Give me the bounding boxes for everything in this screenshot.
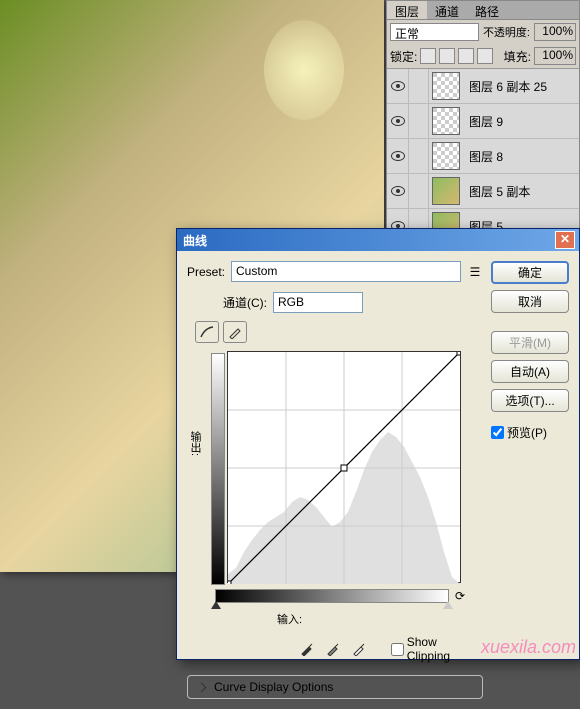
blend-mode-select[interactable]: 正常 [390, 23, 479, 41]
visibility-icon[interactable] [391, 81, 405, 91]
white-point-slider[interactable] [443, 601, 453, 609]
eyedropper-black-icon[interactable] [297, 639, 317, 659]
layers-panel: 图层 通道 路径 正常 不透明度: 100% 锁定: 填充: 100% 图层 6… [386, 0, 580, 245]
layer-row[interactable]: 图层 8 [387, 139, 579, 174]
dialog-title: 曲线 [181, 232, 207, 249]
curve-point-white[interactable] [457, 352, 460, 355]
curve-point-black[interactable] [228, 581, 231, 584]
ok-button[interactable]: 确定 [491, 261, 569, 284]
curves-plot[interactable] [227, 351, 461, 583]
input-gradient[interactable] [215, 589, 449, 603]
watermark: xuexila.com [481, 637, 576, 658]
layer-list: 图层 6 副本 25 图层 9 图层 8 图层 5 副本 图层 5 [387, 69, 579, 244]
chevron-right-icon [196, 681, 208, 693]
layer-thumb[interactable] [432, 72, 460, 100]
opacity-input[interactable]: 100% [534, 23, 576, 41]
layer-thumb[interactable] [432, 177, 460, 205]
layer-name[interactable]: 图层 6 副本 25 [463, 78, 547, 95]
panel-tabs: 图层 通道 路径 [387, 1, 579, 20]
show-clipping-input[interactable] [391, 643, 404, 656]
curve-point-mid[interactable] [341, 465, 347, 471]
opacity-label: 不透明度: [483, 24, 530, 40]
curve-display-options[interactable]: Curve Display Options [187, 675, 483, 699]
curves-dialog: 曲线 ✕ Preset: Custom ☰ 通道(C): RGB 输出: [176, 228, 580, 660]
cycle-icon[interactable]: ⟳ [455, 589, 465, 603]
layer-row[interactable]: 图层 9 [387, 104, 579, 139]
layer-thumb[interactable] [432, 142, 460, 170]
close-button[interactable]: ✕ [555, 231, 575, 249]
fill-label: 填充: [504, 48, 531, 65]
visibility-icon[interactable] [391, 116, 405, 126]
lock-brush-icon[interactable] [439, 48, 455, 64]
input-label: 输入: [277, 611, 483, 627]
smooth-button: 平滑(M) [491, 331, 569, 354]
tab-channels[interactable]: 通道 [427, 1, 467, 19]
show-clipping-checkbox[interactable]: Show Clipping [391, 635, 483, 663]
show-clipping-label: Show Clipping [407, 635, 483, 663]
preview-input[interactable] [491, 426, 504, 439]
preset-select[interactable]: Custom [231, 261, 461, 282]
options-button[interactable]: 选项(T)... [491, 389, 569, 412]
layer-name[interactable]: 图层 8 [463, 148, 503, 165]
auto-button[interactable]: 自动(A) [491, 360, 569, 383]
lock-move-icon[interactable] [458, 48, 474, 64]
visibility-icon[interactable] [391, 186, 405, 196]
display-options-label: Curve Display Options [214, 680, 333, 694]
preset-label: Preset: [187, 265, 225, 279]
cancel-button[interactable]: 取消 [491, 290, 569, 313]
tab-layers[interactable]: 图层 [387, 1, 427, 19]
lock-label: 锁定: [390, 48, 417, 65]
visibility-icon[interactable] [391, 151, 405, 161]
output-gradient [211, 353, 225, 585]
pencil-tool-button[interactable] [223, 321, 247, 343]
layer-row[interactable]: 图层 5 副本 [387, 174, 579, 209]
preview-checkbox[interactable]: 预览(P) [491, 424, 569, 441]
titlebar[interactable]: 曲线 ✕ [177, 229, 579, 251]
output-label: 输出: [187, 351, 203, 456]
layer-name[interactable]: 图层 5 副本 [463, 183, 530, 200]
layer-row[interactable]: 图层 6 副本 25 [387, 69, 579, 104]
layer-thumb[interactable] [432, 107, 460, 135]
lock-all-icon[interactable] [477, 48, 493, 64]
channel-select[interactable]: RGB [273, 292, 363, 313]
tab-paths[interactable]: 路径 [467, 1, 507, 19]
black-point-slider[interactable] [211, 601, 221, 609]
fill-input[interactable]: 100% [534, 47, 576, 65]
eyedropper-gray-icon[interactable] [323, 639, 343, 659]
curve-tool-button[interactable] [195, 321, 219, 343]
lock-transparency-icon[interactable] [420, 48, 436, 64]
preview-label: 预览(P) [507, 424, 547, 441]
layer-name[interactable]: 图层 9 [463, 113, 503, 130]
preset-menu-icon[interactable]: ☰ [467, 264, 483, 280]
eyedropper-white-icon[interactable] [349, 639, 369, 659]
channel-label: 通道(C): [223, 294, 267, 311]
